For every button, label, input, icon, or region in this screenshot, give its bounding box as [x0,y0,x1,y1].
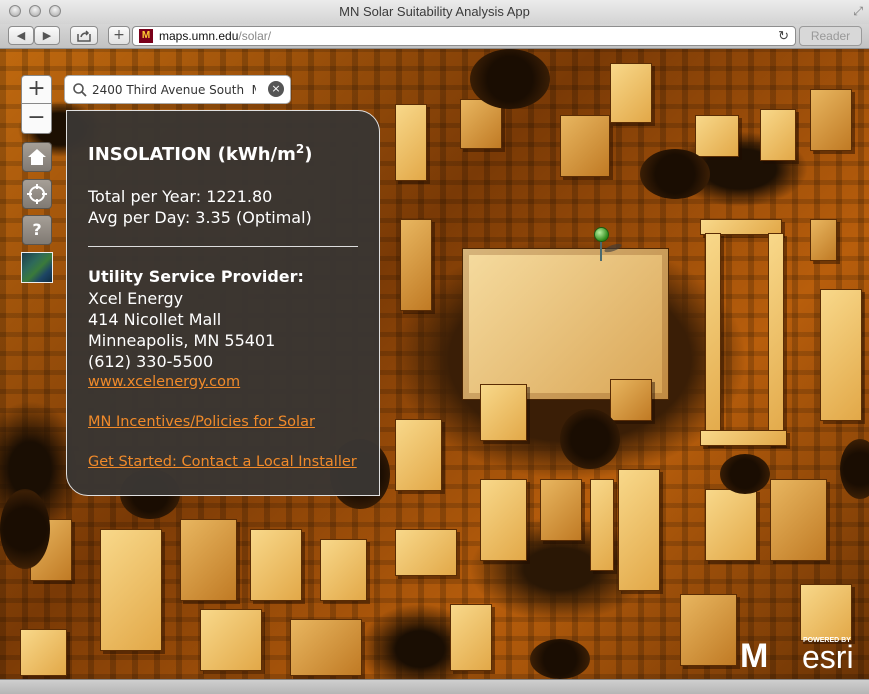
locate-crosshair-icon [27,184,47,204]
utility-address-line2: Minneapolis, MN 55401 [88,331,276,350]
umn-logo: M [740,637,768,675]
map-building [590,479,614,571]
map-building [610,379,652,421]
window-title: MN Solar Suitability Analysis App [339,4,530,19]
url-host: maps.umn.edu [159,29,239,43]
location-pin-icon[interactable] [594,227,609,242]
home-button[interactable] [22,142,52,172]
map-building [610,63,652,123]
map-building [680,594,737,666]
search-icon[interactable] [72,82,88,98]
insolation-info-panel: INSOLATION (kWh/m2) Total per Year: 1221… [66,110,380,496]
map-building [695,115,739,157]
map-building [618,469,660,591]
incentives-link[interactable]: MN Incentives/Policies for Solar [88,414,315,430]
panel-title-end: ) [304,144,313,165]
clear-search-icon[interactable]: × [268,81,284,97]
map-tree [640,149,710,199]
panel-title-text: INSOLATION (kWh/m [88,144,296,165]
utility-heading: Utility Service Provider: [88,267,304,286]
url-path: /solar/ [238,29,272,43]
reload-icon[interactable]: ↻ [778,27,789,45]
address-search-box [64,75,291,104]
utility-phone: (612) 330-5500 [88,352,214,371]
map-building [200,609,262,671]
new-tab-button[interactable]: + [108,26,130,45]
installer-link[interactable]: Get Started: Contact a Local Installer [88,454,357,470]
map-building [480,479,527,561]
home-icon [28,149,46,165]
map-building [395,419,442,491]
map-building [290,619,362,676]
map-building [560,115,610,177]
avg-per-day: Avg per Day: 3.35 (Optimal) [88,208,312,227]
zoom-in-button[interactable]: + [21,75,52,104]
utility-address-line1: 414 Nicollet Mall [88,310,222,329]
map-building [395,529,457,576]
share-icon [77,30,91,42]
share-button[interactable] [70,26,98,45]
panel-title-sup: 2 [295,142,305,156]
map-tree [470,49,550,109]
map-building [700,430,787,446]
map-building [250,529,302,601]
map-building [480,384,527,441]
map-building [820,289,862,421]
map-building [320,539,367,601]
map-building [400,219,432,311]
address-search-input[interactable] [92,80,256,99]
utility-website-link[interactable]: www.xcelenergy.com [88,374,240,390]
map-tree [530,639,590,679]
map-building [540,479,582,541]
panel-title: INSOLATION (kWh/m2) [88,142,312,165]
window-titlebar: MN Solar Suitability Analysis App ⤢ [0,0,869,25]
map-tree [560,409,620,469]
map-tree [0,489,50,569]
map-building [800,584,852,641]
map-building [20,629,67,676]
map-building [760,109,796,161]
panel-divider [88,246,358,247]
map-building [768,233,784,445]
url-text: maps.umn.edu/solar/ [159,27,271,45]
total-per-year: Total per Year: 1221.80 [88,187,273,206]
back-button[interactable]: ◀ [8,26,34,45]
map-building [395,104,427,181]
reader-button[interactable]: Reader [799,26,862,46]
basemap-toggle-thumbnail[interactable] [21,252,53,283]
browser-statusbar [0,679,869,694]
location-pin-stem [600,239,602,261]
locate-button[interactable] [22,179,52,209]
map-building [810,219,837,261]
map-building [100,529,162,651]
forward-button[interactable]: ▶ [34,26,60,45]
help-button[interactable]: ? [22,215,52,245]
map-campus-building [462,248,669,400]
map-tree [720,454,770,494]
zoom-out-button[interactable]: − [21,104,52,134]
map-building [450,604,492,671]
map-building [705,489,757,561]
esri-logo[interactable]: esri [802,641,854,673]
browser-toolbar: ◀ ▶ + M maps.umn.edu/solar/ ↻ Reader [0,24,869,49]
map-building [705,233,721,445]
address-bar[interactable]: M maps.umn.edu/solar/ ↻ [132,26,796,46]
map-building [810,89,852,151]
map-building [180,519,237,601]
site-favicon-icon: M [139,29,153,43]
map-tree [840,439,869,499]
utility-name: Xcel Energy [88,289,184,308]
map-building [770,479,827,561]
fullscreen-icon[interactable]: ⤢ [853,4,863,19]
